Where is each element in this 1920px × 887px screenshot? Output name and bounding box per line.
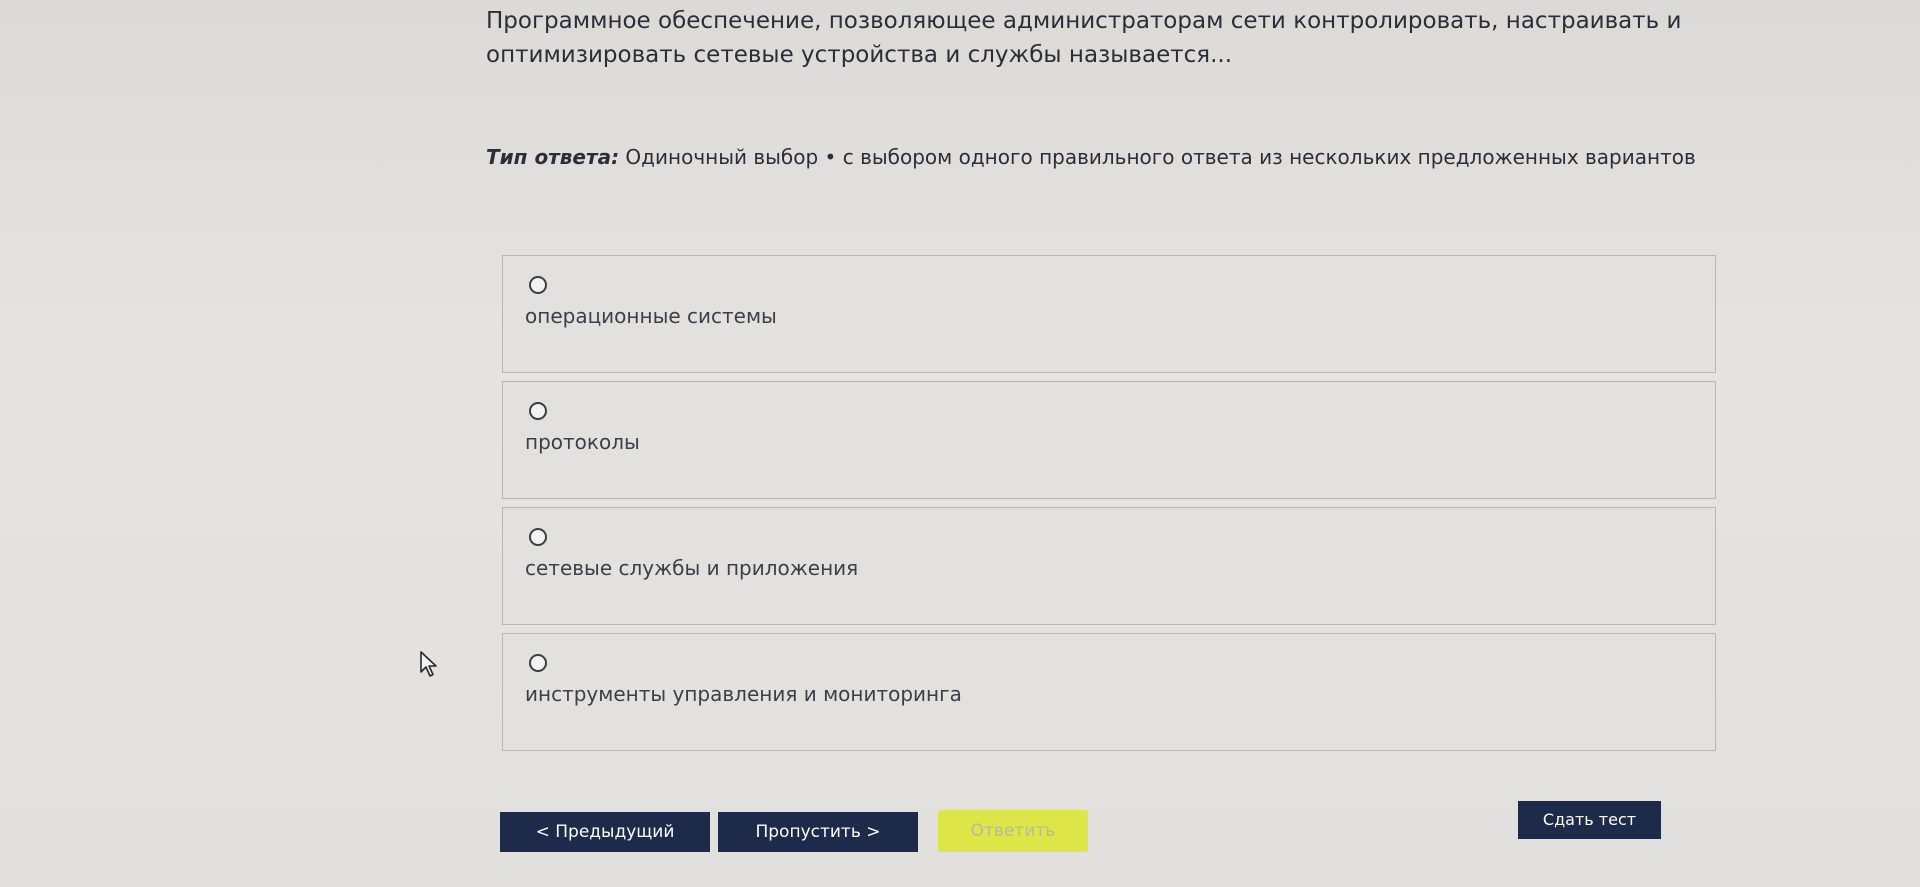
- radio-button-icon[interactable]: [529, 654, 547, 672]
- radio-button-icon[interactable]: [529, 402, 547, 420]
- answer-option[interactable]: инструменты управления и мониторинга: [502, 633, 1716, 751]
- mouse-pointer-icon: [420, 651, 437, 677]
- answer-option[interactable]: протоколы: [502, 381, 1716, 499]
- question-text: Программное обеспечение, позволяющее адм…: [486, 8, 1682, 68]
- answer-option-label: операционные системы: [525, 304, 777, 328]
- answer-options: операционные системы протоколы сетевые с…: [502, 255, 1716, 759]
- finish-test-button[interactable]: Сдать тест: [1518, 801, 1661, 839]
- skip-button[interactable]: Пропустить >: [718, 812, 918, 852]
- previous-button[interactable]: < Предыдущий: [500, 812, 710, 852]
- answer-option-label: сетевые службы и приложения: [525, 556, 859, 580]
- answer-option[interactable]: операционные системы: [502, 255, 1716, 373]
- answer-option[interactable]: сетевые службы и приложения: [502, 507, 1716, 625]
- answer-type: Тип ответа: Одиночный выбор • с выбором …: [486, 142, 1696, 172]
- radio-button-icon[interactable]: [529, 276, 547, 294]
- answer-type-value: Одиночный выбор • с выбором одного прави…: [619, 145, 1696, 169]
- answer-button[interactable]: Ответить: [938, 810, 1088, 852]
- answer-type-label: Тип ответа:: [486, 145, 620, 169]
- answer-option-label: инструменты управления и мониторинга: [525, 682, 962, 706]
- radio-button-icon[interactable]: [529, 528, 547, 546]
- answer-option-label: протоколы: [525, 430, 640, 454]
- test-page: Программное обеспечение, позволяющее адм…: [0, 0, 1920, 887]
